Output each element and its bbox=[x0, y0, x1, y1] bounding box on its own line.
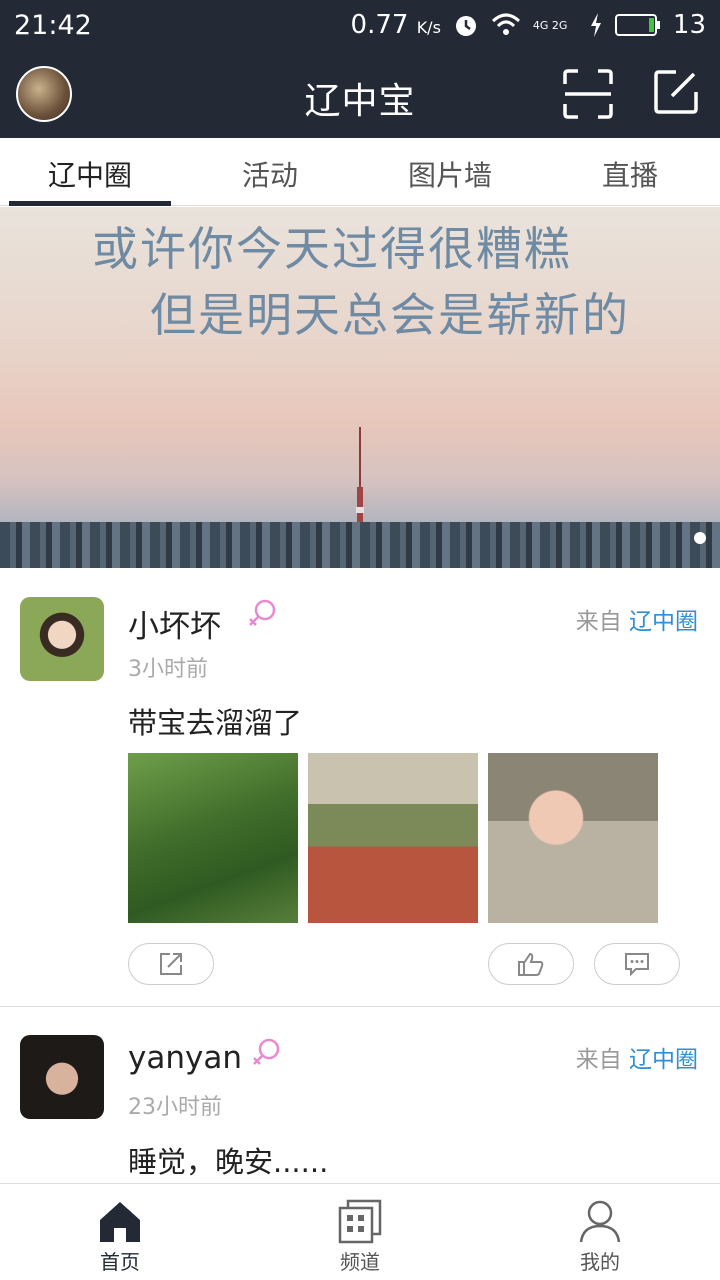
like-button[interactable] bbox=[488, 943, 574, 985]
top-tabs: 辽中圈 活动 图片墙 直播 bbox=[0, 138, 720, 206]
share-icon bbox=[160, 953, 182, 975]
post-author-name[interactable]: 小坏坏 bbox=[128, 601, 221, 646]
post-author-avatar[interactable] bbox=[20, 1035, 104, 1119]
bottom-navigation: 首页 频道 我的 bbox=[0, 1183, 720, 1280]
status-bar: 21:42 0.77 K/s 4G 2G 13 bbox=[0, 0, 720, 50]
banner-carousel[interactable]: 或许你今天过得很糟糕 但是明天总会是崭新的 bbox=[0, 207, 720, 568]
network-speed: 0.77 K/s bbox=[350, 10, 441, 40]
post-text: 带宝去溜溜了 bbox=[128, 706, 303, 740]
nav-home-label: 首页 bbox=[100, 1250, 140, 1274]
nav-channel-label: 频道 bbox=[340, 1250, 380, 1274]
female-gender-icon bbox=[249, 599, 276, 626]
post-text: 睡觉，晚安...... bbox=[128, 1145, 329, 1179]
nav-profile[interactable]: 我的 bbox=[480, 1184, 720, 1280]
post-source-link[interactable]: 辽中圈 bbox=[629, 609, 698, 635]
post-time: 3小时前 bbox=[128, 657, 208, 682]
tab-liaozhong-circle[interactable]: 辽中圈 bbox=[0, 138, 180, 206]
battery-level: 13 bbox=[672, 10, 706, 40]
comment-icon bbox=[625, 953, 649, 976]
nav-profile-label: 我的 bbox=[580, 1250, 620, 1274]
banner-text-line2: 但是明天总会是崭新的 bbox=[150, 288, 630, 342]
post-author-name[interactable]: yanyan bbox=[128, 1040, 242, 1076]
share-button[interactable] bbox=[128, 943, 214, 985]
charging-icon bbox=[590, 13, 601, 37]
post-photo[interactable] bbox=[308, 753, 478, 923]
status-time: 21:42 bbox=[14, 9, 92, 41]
battery-icon bbox=[614, 14, 660, 36]
home-icon bbox=[100, 1202, 140, 1242]
alarm-icon bbox=[455, 16, 476, 36]
tab-photo-wall[interactable]: 图片墙 bbox=[360, 138, 540, 205]
post-time: 23小时前 bbox=[128, 1095, 222, 1120]
post-photo[interactable] bbox=[488, 753, 658, 923]
post-source: 来自 辽中圈 bbox=[575, 609, 698, 635]
compose-icon[interactable] bbox=[652, 68, 700, 116]
user-icon bbox=[579, 1200, 621, 1243]
feed-post: yanyan 23小时前 来自 辽中圈 睡觉，晚安...... bbox=[0, 1007, 720, 1183]
tab-activities[interactable]: 活动 bbox=[180, 138, 360, 205]
wifi-icon bbox=[491, 13, 520, 35]
post-source-link[interactable]: 辽中圈 bbox=[629, 1047, 698, 1073]
nav-home[interactable]: 首页 bbox=[0, 1184, 240, 1280]
post-source: 来自 辽中圈 bbox=[575, 1047, 698, 1073]
scan-icon[interactable] bbox=[562, 68, 614, 120]
tab-live[interactable]: 直播 bbox=[540, 138, 720, 205]
female-gender-icon bbox=[253, 1038, 280, 1065]
nav-channel[interactable]: 频道 bbox=[240, 1184, 480, 1280]
comment-button[interactable] bbox=[594, 943, 680, 985]
post-photo[interactable] bbox=[128, 753, 298, 923]
city-skyline-image bbox=[0, 522, 720, 568]
app-bar: 辽中宝 bbox=[0, 50, 720, 138]
signal-icon: 4G 2G bbox=[532, 18, 568, 32]
carousel-indicator-dot bbox=[694, 532, 706, 544]
feed-post: 小坏坏 3小时前 来自 辽中圈 带宝去溜溜了 bbox=[0, 568, 720, 1006]
thumbs-up-icon bbox=[518, 952, 544, 976]
channel-grid-icon bbox=[338, 1199, 382, 1244]
banner-text-line1: 或许你今天过得很糟糕 bbox=[92, 222, 572, 276]
post-photos bbox=[128, 753, 660, 923]
status-icons: 0.77 K/s 4G 2G 13 bbox=[351, 10, 706, 40]
post-author-avatar[interactable] bbox=[20, 597, 104, 681]
